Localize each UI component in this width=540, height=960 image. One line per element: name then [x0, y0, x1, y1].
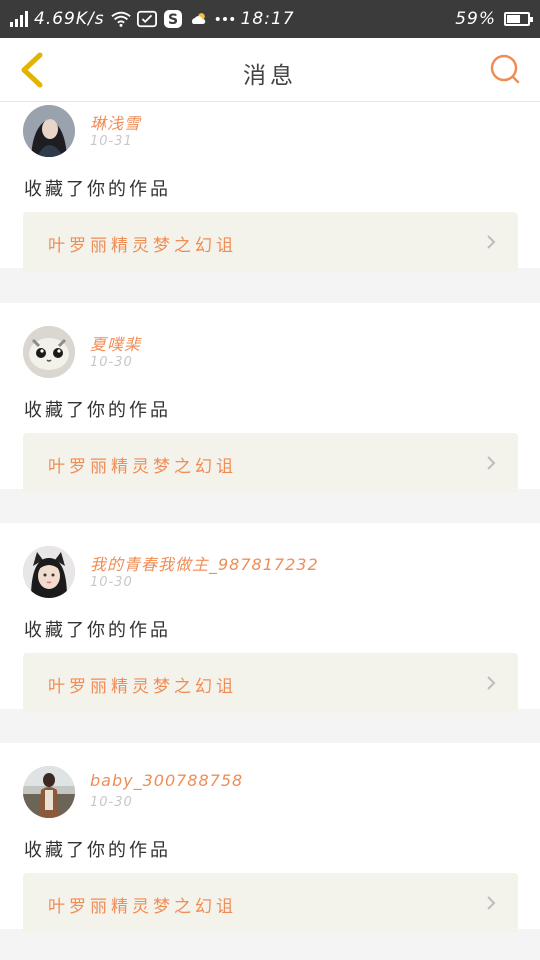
message-card: 夏噗棐 10-30 收藏了你的作品 叶罗丽精灵梦之幻诅 [0, 303, 540, 493]
user-avatar[interactable] [23, 105, 75, 157]
search-button[interactable] [488, 52, 522, 86]
top-nav-bar: 消息 [0, 38, 540, 102]
battery-percent: 59% [455, 9, 496, 29]
action-text: 收藏了你的作品 [24, 400, 171, 421]
message-date: 10-30 [90, 575, 133, 590]
work-link[interactable]: 叶罗丽精灵梦之幻诅 [23, 212, 518, 272]
work-link[interactable]: 叶罗丽精灵梦之幻诅 [23, 653, 518, 713]
more-dots-icon [215, 10, 235, 28]
clock: 18:17 [240, 9, 295, 29]
message-card: 我的青春我做主_987817232 10-30 收藏了你的作品 叶罗丽精灵梦之幻… [0, 523, 540, 713]
message-date: 10-31 [90, 134, 133, 149]
weather-icon [189, 10, 209, 28]
wechat-icon [136, 10, 157, 28]
user-avatar[interactable] [23, 766, 75, 818]
user-avatar[interactable] [23, 326, 75, 378]
message-card: baby_300788758 10-30 收藏了你的作品 叶罗丽精灵梦之幻诅 [0, 743, 540, 933]
user-avatar[interactable] [23, 546, 75, 598]
wifi-icon [110, 10, 131, 28]
message-date: 10-30 [90, 795, 133, 810]
work-title: 叶罗丽精灵梦之幻诅 [48, 897, 237, 917]
work-link[interactable]: 叶罗丽精灵梦之幻诅 [23, 433, 518, 493]
work-link[interactable]: 叶罗丽精灵梦之幻诅 [23, 873, 518, 933]
chevron-right-icon [487, 896, 496, 910]
message-date: 10-30 [90, 355, 133, 370]
message-card: 琳浅雪 10-31 收藏了你的作品 叶罗丽精灵梦之幻诅 [0, 102, 540, 272]
app-s-icon: S [163, 10, 183, 28]
page-title: 消息 [243, 63, 297, 89]
signal-icon [10, 11, 28, 27]
svg-text:S: S [168, 12, 178, 28]
work-title: 叶罗丽精灵梦之幻诅 [48, 236, 237, 256]
username[interactable]: baby_300788758 [90, 771, 243, 790]
chevron-right-icon [487, 456, 496, 470]
username[interactable]: 夏噗棐 [90, 331, 141, 355]
chevron-right-icon [487, 235, 496, 249]
work-title: 叶罗丽精灵梦之幻诅 [48, 457, 237, 477]
action-text: 收藏了你的作品 [24, 620, 171, 641]
chevron-right-icon [487, 676, 496, 690]
status-bar: 4.69K/s S 18:17 59% [0, 0, 540, 38]
work-title: 叶罗丽精灵梦之幻诅 [48, 677, 237, 697]
action-text: 收藏了你的作品 [24, 840, 171, 861]
battery-icon [504, 12, 533, 26]
username[interactable]: 我的青春我做主_987817232 [90, 551, 319, 575]
message-list[interactable]: 琳浅雪 10-31 收藏了你的作品 叶罗丽精灵梦之幻诅 夏噗棐 10-30 收藏… [0, 102, 540, 960]
network-speed: 4.69K/s [34, 9, 105, 29]
username[interactable]: 琳浅雪 [90, 110, 141, 134]
action-text: 收藏了你的作品 [24, 179, 171, 200]
search-icon [490, 54, 520, 84]
